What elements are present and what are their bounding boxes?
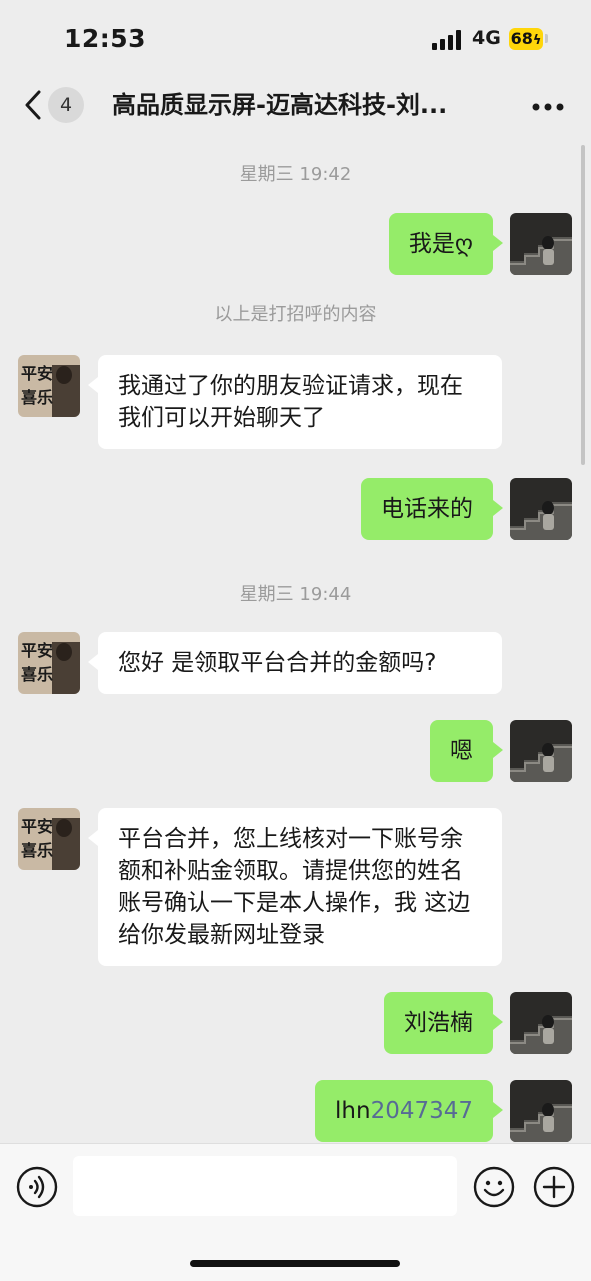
svg-text:喜乐: 喜乐 <box>21 665 53 684</box>
avatar-self-image <box>510 478 572 540</box>
svg-text:喜乐: 喜乐 <box>21 388 53 407</box>
avatar-self-image <box>510 992 572 1054</box>
system-note: 以上是打招呼的内容 <box>214 304 377 325</box>
avatar-self[interactable] <box>510 720 572 782</box>
unread-count-badge[interactable]: 4 <box>48 87 84 123</box>
message-bubble-self[interactable]: 电话来的 <box>361 478 503 540</box>
message-input[interactable] <box>73 1156 457 1216</box>
avatar-contact-image: 平安 喜乐 <box>18 355 80 417</box>
message-bubble-self[interactable]: 刘浩楠 <box>384 992 503 1054</box>
avatar-contact-image: 平安 喜乐 <box>18 808 80 870</box>
svg-text:喜乐: 喜乐 <box>21 841 53 860</box>
message-bubble-self[interactable]: lhn2047347 <box>315 1080 503 1142</box>
svg-text:平安: 平安 <box>21 364 53 383</box>
voice-icon[interactable] <box>16 1166 58 1208</box>
timestamp: 星期三 19:42 <box>239 164 352 185</box>
signal-icon <box>432 30 461 50</box>
avatar-self[interactable] <box>510 478 572 540</box>
battery-cap <box>545 34 548 43</box>
chat-title: 高品质显示屏-迈高达科技-刘... <box>112 91 448 119</box>
avatar-contact[interactable]: 平安 喜乐 <box>18 355 80 417</box>
timestamp: 星期三 19:44 <box>239 584 352 605</box>
chevron-left-icon[interactable] <box>22 88 44 122</box>
message-text: lhn <box>335 1098 371 1124</box>
message-bubble-contact[interactable]: 您好 是领取平台合并的金额吗? <box>88 632 502 694</box>
avatar-self[interactable] <box>510 992 572 1054</box>
avatar-contact[interactable]: 平安 喜乐 <box>18 632 80 694</box>
avatar-self[interactable] <box>510 1080 572 1142</box>
message-bubble-self[interactable]: 我是ღ <box>388 213 504 275</box>
message-bubble-contact[interactable]: 我通过了你的朋友验证请求，现在我们可以开始聊天了 <box>88 355 502 449</box>
more-dots-icon[interactable] <box>531 102 565 112</box>
message-bubble-self[interactable]: 嗯 <box>430 720 503 782</box>
status-time: 12:53 <box>64 24 147 53</box>
emoji-icon[interactable] <box>473 1166 515 1208</box>
avatar-contact[interactable]: 平安 喜乐 <box>18 808 80 870</box>
svg-text:平安: 平安 <box>21 817 53 836</box>
svg-text:平安: 平安 <box>21 641 53 660</box>
battery-level: 68 <box>510 29 533 48</box>
avatar-self-image <box>510 213 572 275</box>
home-indicator[interactable] <box>190 1260 400 1267</box>
chat-header: 4 高品质显示屏-迈高达科技-刘... <box>0 78 591 138</box>
charging-bolt: ϟ <box>532 33 542 48</box>
message-bubble-contact[interactable]: 平台合并，您上线核对一下账号余额和补贴金领取。请提供您的姓名账号确认一下是本人操… <box>88 808 502 966</box>
input-bar <box>0 1143 591 1281</box>
avatar-self-image <box>510 720 572 782</box>
battery-icon: 68ϟ <box>509 28 543 50</box>
status-bar: 12:53 4G 68ϟ <box>0 0 591 78</box>
plus-icon[interactable] <box>533 1166 575 1208</box>
avatar-self-image <box>510 1080 572 1142</box>
avatar-contact-image: 平安 喜乐 <box>18 632 80 694</box>
network-type: 4G <box>472 27 501 49</box>
detected-number-link[interactable]: 2047347 <box>371 1098 473 1124</box>
avatar-self[interactable] <box>510 213 572 275</box>
